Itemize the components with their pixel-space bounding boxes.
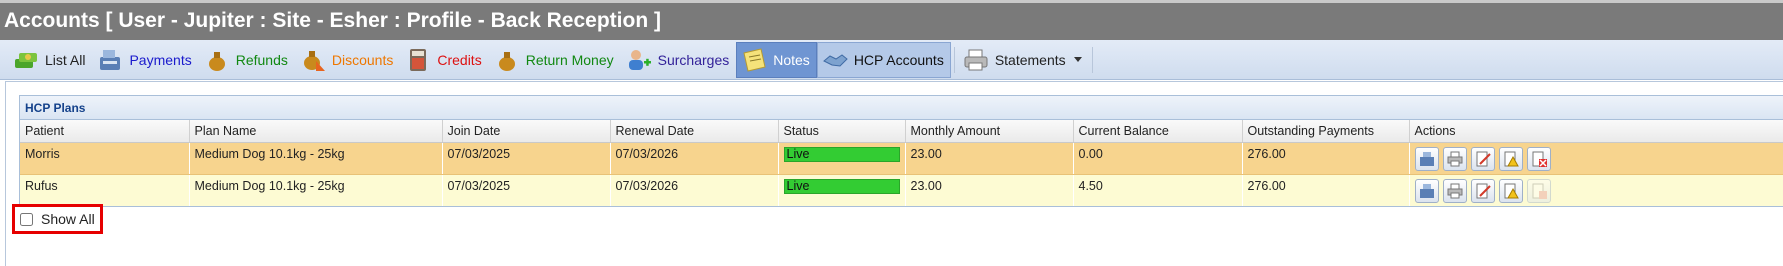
- cell-actions: [1409, 174, 1783, 206]
- status-badge: Live: [783, 146, 900, 162]
- cell-actions: [1409, 142, 1783, 175]
- notes-icon: [741, 47, 767, 73]
- credits-button[interactable]: Credits: [400, 42, 488, 78]
- cash-register-icon: [1419, 183, 1434, 198]
- window-title: Accounts [ User - Jupiter : Site - Esher…: [0, 0, 1783, 40]
- payment-action-button[interactable]: [1414, 146, 1439, 171]
- column-header-plan-name[interactable]: Plan Name: [189, 120, 443, 143]
- return-money-label: Return Money: [525, 51, 614, 68]
- table-header-row: Patient Plan Name Join Date Renewal Date…: [20, 120, 1783, 143]
- column-header-monthly-amount[interactable]: Monthly Amount: [905, 120, 1074, 143]
- column-header-renewal-date[interactable]: Renewal Date: [610, 120, 779, 143]
- status-badge: Live: [783, 178, 900, 194]
- cell-plan-name: Medium Dog 10.1kg - 25kg: [189, 142, 443, 175]
- cell-patient: Morris: [20, 142, 190, 175]
- print-action-button[interactable]: [1442, 178, 1467, 203]
- money-bag-icon: [204, 47, 230, 73]
- cell-outstanding-payments: 276.00: [1242, 174, 1410, 206]
- toolbar: List All Payments Refunds Discounts Cred…: [0, 40, 1783, 80]
- money-bag-discount-icon: [300, 47, 326, 73]
- edit-action-button[interactable]: [1470, 178, 1495, 203]
- cell-outstanding-payments: 276.00: [1242, 142, 1410, 175]
- document-delete-icon: [1532, 151, 1547, 167]
- column-header-status[interactable]: Status: [778, 120, 906, 143]
- surcharges-button[interactable]: Surcharges: [621, 42, 737, 78]
- cell-renewal-date: 07/03/2026: [610, 142, 779, 175]
- credit-calculator-icon: [405, 47, 431, 73]
- list-all-button[interactable]: List All: [8, 42, 92, 78]
- surcharges-label: Surcharges: [657, 51, 730, 68]
- statements-label: Statements: [994, 51, 1066, 68]
- cell-plan-name: Medium Dog 10.1kg - 25kg: [189, 174, 443, 206]
- edit-document-icon: [1476, 151, 1491, 166]
- show-all-label: Show All: [41, 211, 95, 227]
- table-row[interactable]: Morris Medium Dog 10.1kg - 25kg 07/03/20…: [20, 142, 1783, 175]
- payments-label: Payments: [129, 51, 192, 68]
- table-row[interactable]: Rufus Medium Dog 10.1kg - 25kg 07/03/202…: [20, 174, 1783, 206]
- cell-renewal-date: 07/03/2026: [610, 174, 779, 206]
- return-money-button[interactable]: Return Money: [489, 42, 621, 78]
- cell-patient: Rufus: [20, 174, 190, 206]
- discounts-label: Discounts: [331, 51, 394, 68]
- content-frame: HCP Plans Patient Plan Name Join Date Re…: [5, 81, 1783, 266]
- cash-register-icon: [97, 47, 123, 73]
- printer-icon: [1447, 183, 1462, 198]
- payments-button[interactable]: Payments: [92, 42, 198, 78]
- printer-icon: [1447, 151, 1462, 166]
- money-stack-icon: [13, 47, 39, 73]
- cell-status: Live: [778, 174, 906, 206]
- chevron-down-icon: [1073, 57, 1082, 62]
- cell-monthly-amount: 23.00: [905, 142, 1074, 175]
- cell-current-balance: 4.50: [1073, 174, 1243, 206]
- hcp-accounts-label: HCP Accounts: [853, 51, 944, 68]
- discounts-button[interactable]: Discounts: [295, 42, 400, 78]
- column-header-actions: Actions: [1409, 120, 1783, 143]
- credits-label: Credits: [437, 51, 482, 68]
- printer-icon: [963, 47, 989, 73]
- document-delete-icon: [1532, 183, 1547, 199]
- edit-document-icon: [1476, 183, 1491, 198]
- notes-button[interactable]: Notes: [736, 41, 817, 78]
- show-all-toggle[interactable]: Show All: [12, 204, 103, 234]
- panel-title: HCP Plans: [20, 96, 1783, 120]
- delete-action-button[interactable]: [1526, 146, 1551, 171]
- cell-current-balance: 0.00: [1073, 142, 1243, 175]
- column-header-outstanding-payments[interactable]: Outstanding Payments: [1242, 120, 1410, 143]
- document-warning-icon: [1504, 151, 1519, 166]
- print-action-button[interactable]: [1442, 146, 1467, 171]
- cell-join-date: 07/03/2025: [442, 142, 611, 175]
- hcp-plans-table: Patient Plan Name Join Date Renewal Date…: [20, 120, 1783, 206]
- list-all-label: List All: [45, 51, 86, 68]
- statements-menu[interactable]: Statements: [958, 42, 1089, 78]
- hcp-plans-panel: HCP Plans Patient Plan Name Join Date Re…: [19, 95, 1783, 207]
- delete-action-button: [1526, 178, 1551, 203]
- hcp-accounts-button[interactable]: HCP Accounts: [816, 41, 951, 78]
- column-header-current-balance[interactable]: Current Balance: [1073, 120, 1243, 143]
- refunds-label: Refunds: [235, 51, 288, 68]
- warning-action-button[interactable]: [1498, 146, 1523, 171]
- warning-action-button[interactable]: [1498, 178, 1523, 203]
- toolbar-separator: [953, 46, 955, 73]
- notes-label: Notes: [773, 51, 810, 68]
- column-header-patient[interactable]: Patient: [20, 120, 190, 143]
- user-add-icon: [626, 47, 652, 73]
- cell-monthly-amount: 23.00: [905, 174, 1074, 206]
- cell-status: Live: [778, 142, 906, 175]
- toolbar-separator: [1091, 46, 1093, 73]
- refunds-button[interactable]: Refunds: [199, 42, 295, 78]
- money-bag-return-icon: [494, 47, 520, 73]
- column-header-join-date[interactable]: Join Date: [442, 120, 611, 143]
- cash-register-icon: [1419, 151, 1434, 166]
- payment-action-button[interactable]: [1414, 178, 1439, 203]
- handshake-icon: [822, 47, 848, 73]
- edit-action-button[interactable]: [1470, 146, 1495, 171]
- document-warning-icon: [1504, 183, 1519, 198]
- cell-join-date: 07/03/2025: [442, 174, 611, 206]
- show-all-checkbox[interactable]: [20, 212, 33, 226]
